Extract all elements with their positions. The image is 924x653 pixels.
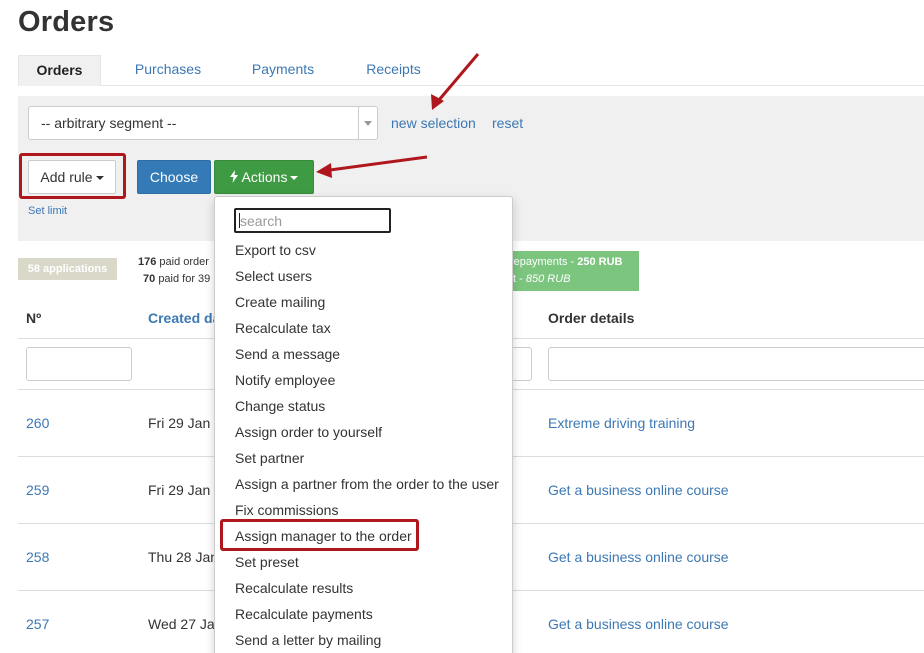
actions-label: Actions xyxy=(241,169,288,185)
column-header-created[interactable]: Created da xyxy=(148,310,220,326)
order-date: Thu 28 Jan xyxy=(148,549,219,565)
order-number-link[interactable]: 260 xyxy=(26,415,49,431)
number-filter-input[interactable] xyxy=(26,347,132,381)
paid-for-stat: 70 paid for 39 xyxy=(143,273,210,285)
tab-payments[interactable]: Payments xyxy=(242,55,324,86)
reset-link[interactable]: reset xyxy=(492,115,523,131)
order-details-link[interactable]: Get a business online course xyxy=(548,549,729,565)
caret-down-icon xyxy=(290,176,299,181)
actions-menu-item[interactable]: Fix commissions xyxy=(235,502,338,518)
page-title: Orders xyxy=(18,6,115,38)
actions-menu-item[interactable]: Notify employee xyxy=(235,372,335,388)
actions-menu-item[interactable]: Send a letter by mailing xyxy=(235,632,381,648)
order-date: Fri 29 Jan 1 xyxy=(148,482,222,498)
applications-badge[interactable]: 58 applications xyxy=(18,258,117,280)
caret-down-icon xyxy=(95,176,104,181)
actions-menu-item[interactable]: Recalculate results xyxy=(235,580,353,596)
actions-menu-item[interactable]: Set partner xyxy=(235,450,304,466)
actions-menu-item[interactable]: Create mailing xyxy=(235,294,325,310)
tab-bar: Orders Purchases Payments Receipts xyxy=(18,55,924,86)
order-details-link[interactable]: Get a business online course xyxy=(548,616,729,632)
order-number-link[interactable]: 258 xyxy=(26,549,49,565)
paid-orders-stat: 176 paid order xyxy=(138,256,209,268)
details-filter-input[interactable] xyxy=(548,347,924,381)
payments-summary: repayments - 250 RUB ft - 850 RUB xyxy=(504,251,639,291)
add-rule-button[interactable]: Add rule xyxy=(28,160,116,194)
actions-menu-item[interactable]: Select users xyxy=(235,268,312,284)
order-number-link[interactable]: 259 xyxy=(26,482,49,498)
new-selection-link[interactable]: new selection xyxy=(391,115,476,131)
actions-menu-item[interactable]: Recalculate tax xyxy=(235,320,331,336)
column-header-number: Nº xyxy=(26,310,42,326)
prepayments-value: 250 RUB xyxy=(577,256,623,268)
left-line: ft - 850 RUB xyxy=(510,273,571,285)
set-limit-link[interactable]: Set limit xyxy=(28,205,67,217)
actions-search-input[interactable]: search xyxy=(234,208,391,233)
paid-orders-count: 176 xyxy=(138,256,157,268)
actions-search-placeholder: search xyxy=(240,213,283,229)
choose-label: Choose xyxy=(149,169,199,185)
lightning-icon xyxy=(229,162,238,194)
order-details-link[interactable]: Get a business online course xyxy=(548,482,729,498)
tab-receipts[interactable]: Receipts xyxy=(356,55,431,86)
prepayments-line: repayments - 250 RUB xyxy=(510,256,623,268)
left-value: 850 RUB xyxy=(525,273,571,285)
tab-orders[interactable]: Orders xyxy=(18,55,101,86)
chevron-down-icon[interactable] xyxy=(358,107,377,139)
segment-select[interactable]: -- arbitrary segment -- xyxy=(28,106,378,140)
actions-menu-item[interactable]: Send a message xyxy=(235,346,340,362)
column-header-details: Order details xyxy=(548,310,635,326)
actions-button[interactable]: Actions xyxy=(214,160,314,194)
add-rule-label: Add rule xyxy=(40,169,93,185)
actions-menu-item[interactable]: Set preset xyxy=(235,554,299,570)
highlight-box-assign-manager xyxy=(220,519,419,551)
order-details-link[interactable]: Extreme driving training xyxy=(548,415,695,431)
paid-orders-text: paid order xyxy=(159,256,209,268)
actions-menu-item[interactable]: Assign a partner from the order to the u… xyxy=(235,476,499,492)
segment-select-value: -- arbitrary segment -- xyxy=(41,115,177,131)
paid-for-count: 70 xyxy=(143,273,156,285)
actions-menu-item[interactable]: Export to csv xyxy=(235,242,316,258)
tab-purchases[interactable]: Purchases xyxy=(124,55,212,86)
choose-button[interactable]: Choose xyxy=(137,160,211,194)
actions-dropdown-menu: search Export to csv Select users Create m… xyxy=(214,196,513,653)
order-number-link[interactable]: 257 xyxy=(26,616,49,632)
order-date: Fri 29 Jan 1 xyxy=(148,415,222,431)
order-date: Wed 27 Jan xyxy=(148,616,223,632)
paid-for-text: paid for 39 xyxy=(158,273,211,285)
actions-menu-item[interactable]: Recalculate payments xyxy=(235,606,373,622)
actions-menu-item[interactable]: Change status xyxy=(235,398,325,414)
actions-menu-item[interactable]: Assign order to yourself xyxy=(235,424,382,440)
prepayments-label: repayments - xyxy=(510,256,578,268)
